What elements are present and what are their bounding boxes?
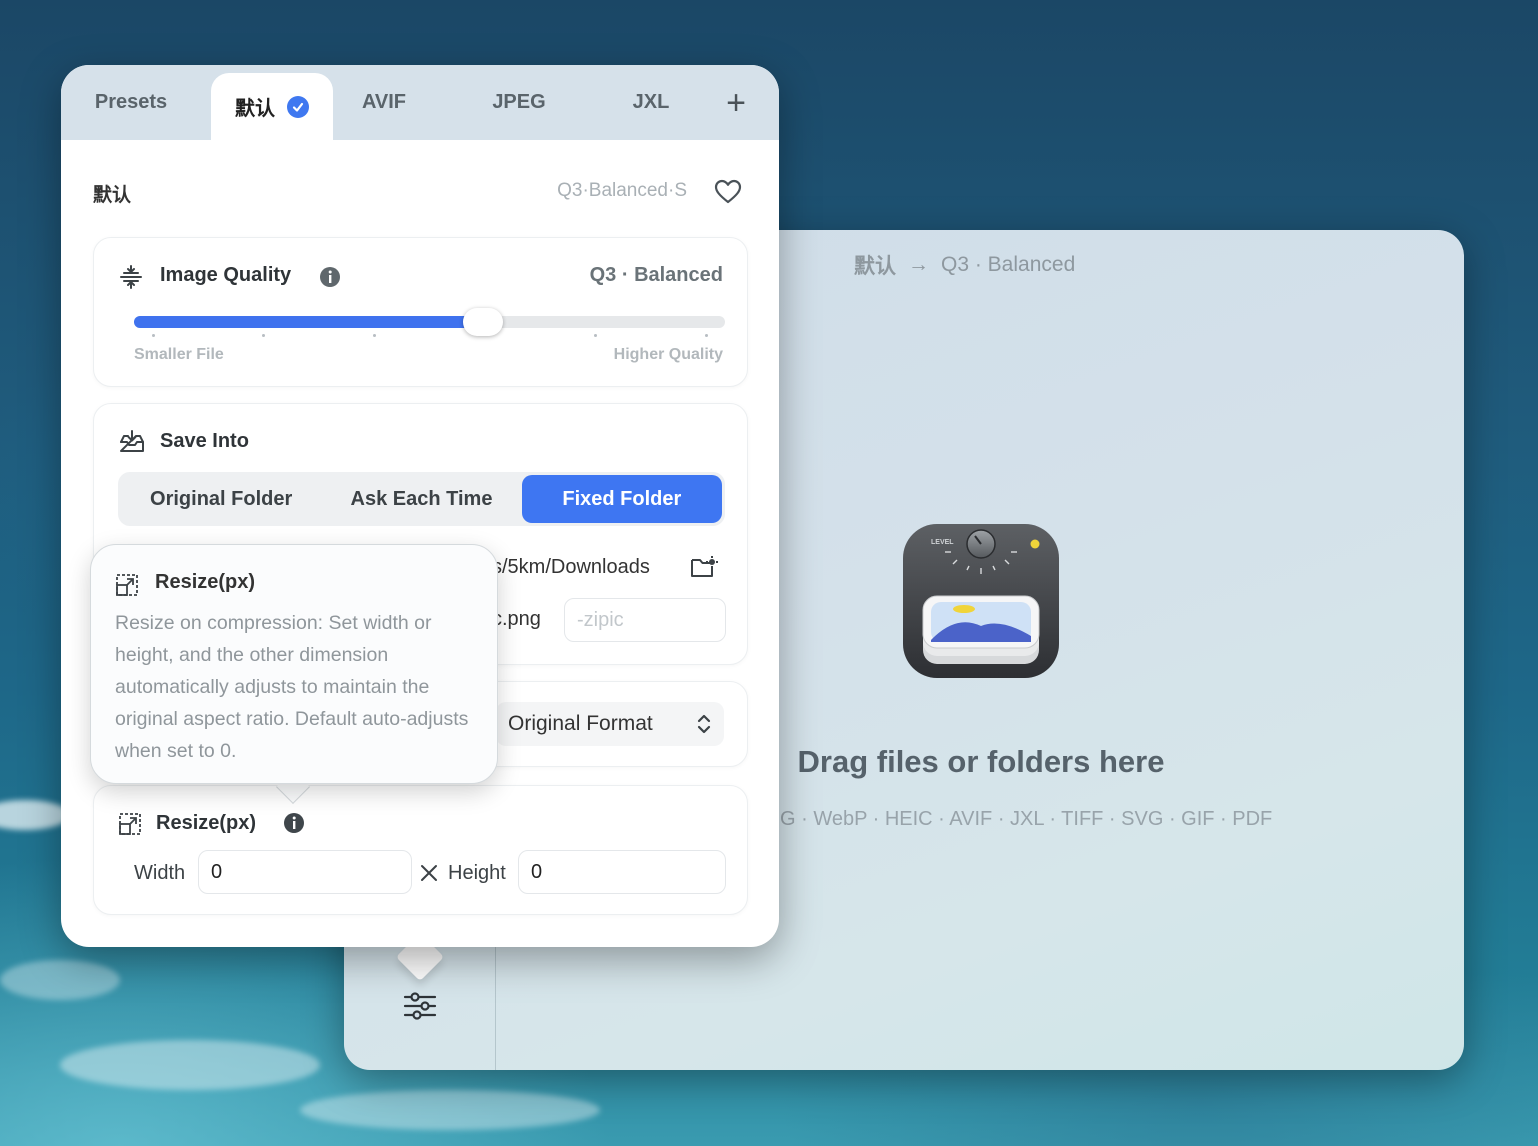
heart-icon[interactable] [713,177,743,207]
slider-tick [594,334,597,337]
check-badge-icon [287,95,309,118]
sea-foam [0,800,70,830]
tab-presets[interactable]: Presets [77,65,185,140]
sea-foam [300,1090,600,1130]
quality-slider-fill [134,316,483,328]
segment-fixed-folder[interactable]: Fixed Folder [521,475,722,523]
preset-summary: Q3·Balanced·S [557,180,687,201]
height-label: Height [448,862,506,884]
quality-slider[interactable] [134,308,725,336]
tooltip-body: Resize on compression: Set width or heig… [115,612,469,762]
sea-foam [60,1040,320,1090]
tab-label: AVIF [361,91,407,113]
segment-ask-each-time[interactable]: Ask Each Time [321,475,521,523]
info-icon[interactable] [319,266,341,288]
add-preset-button[interactable]: + [721,83,751,123]
slider-tick [152,334,155,337]
svg-text:LEVEL: LEVEL [931,539,954,546]
tab-avif[interactable]: AVIF [339,65,429,140]
tab-jxl[interactable]: JXL [613,65,689,140]
height-input[interactable] [518,850,726,894]
folder-settings-icon[interactable] [690,554,718,580]
chevron-updown-icon [697,714,711,734]
format-select-value: Original Format [508,712,653,735]
width-label: Width [134,862,186,884]
resize-tooltip: Resize(px) Resize on compression: Set wi… [90,544,498,784]
breadcrumb-arrow-icon: → [908,253,929,276]
drop-zone-title: Drag files or folders here [797,744,1165,779]
resize-card: Resize(px) Width Height [93,785,748,915]
quality-value: Q3 · Balanced [589,264,723,286]
tab-jpeg[interactable]: JPEG [473,65,565,140]
presets-popover: Presets 默认 AVIF JPEG JXL + 默认 Q3·Balance… [61,65,779,947]
breadcrumb-preset: 默认 [854,255,896,278]
folder-path: s/5km/Downloads [492,556,650,578]
resize-title: Resize(px) [156,812,257,834]
breadcrumb: 默认 → Q3 · Balanced [854,250,1075,280]
slider-tick [705,334,708,337]
info-icon[interactable] [283,812,305,834]
resize-icon [116,574,138,596]
resize-icon [119,813,141,835]
image-quality-title: Image Quality [160,264,292,286]
image-quality-card: Image Quality Q3 · Balanced Smaller File… [93,237,748,387]
tab-default[interactable]: 默认 [211,73,333,140]
times-icon [421,865,437,881]
save-into-segmented: Original Folder Ask Each Time Fixed Fold… [118,472,725,526]
app-icon: LEVEL [901,522,1061,682]
format-select[interactable]: Original Format [496,702,724,746]
save-into-title: Save Into [160,430,249,452]
breadcrumb-quality: Q3 · Balanced [941,253,1076,276]
tooltip-title: Resize(px) [155,571,256,593]
width-input[interactable] [198,850,412,894]
preset-tabbar: Presets 默认 AVIF JPEG JXL + [61,65,779,140]
suffix-input[interactable] [564,598,726,642]
tab-label: JXL [632,91,670,113]
tab-label: Presets [94,91,168,113]
slider-tick [262,334,265,337]
quality-icon [120,265,142,289]
save-into-icon [120,430,144,452]
filename-preview: c.png [492,608,541,630]
segment-original-folder[interactable]: Original Folder [121,475,321,523]
sliders-icon[interactable] [400,986,440,1026]
supported-formats: G · WebP · HEIC · AVIF · JXL · TIFF · SV… [780,808,1273,830]
tab-label: JPEG [492,91,546,113]
slider-min-label: Smaller File [134,346,224,363]
tab-label: 默认 [235,98,275,120]
preset-name: 默认 [93,185,132,206]
slider-max-label: Higher Quality [613,346,723,363]
quality-slider-thumb[interactable] [462,308,503,336]
sea-foam [0,960,120,1000]
slider-tick [373,334,376,337]
